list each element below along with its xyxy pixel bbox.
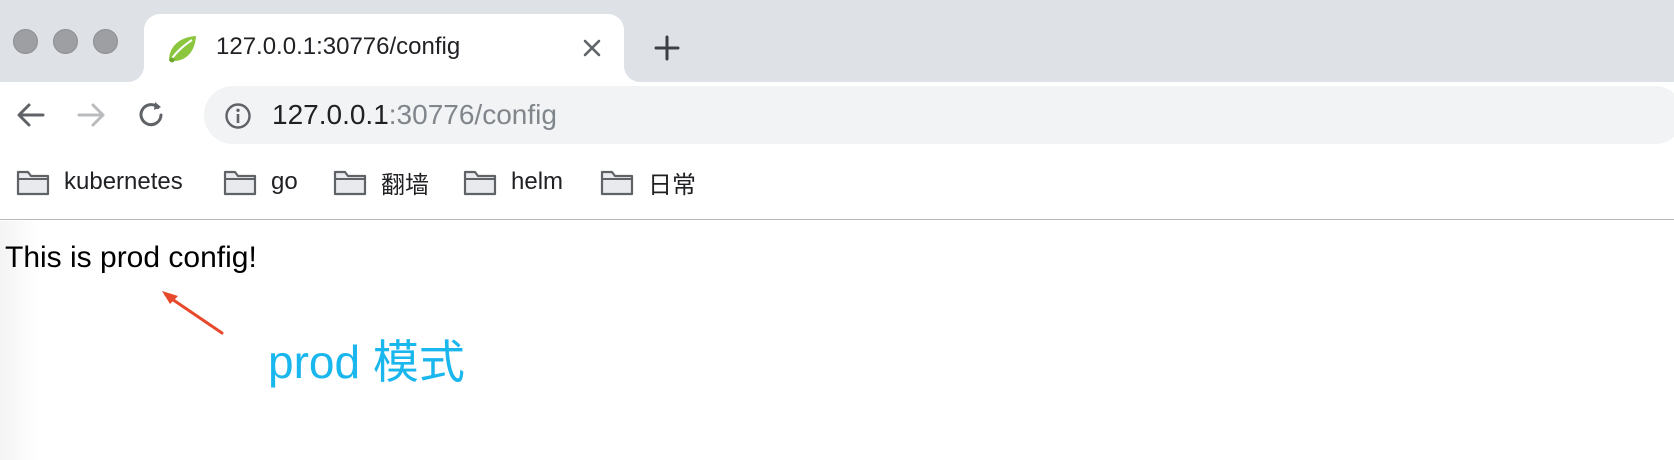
- folder-icon: [463, 170, 497, 196]
- bookmark-label: kubernetes: [64, 168, 183, 195]
- window-maximize-button[interactable]: [93, 29, 118, 54]
- close-tab-icon[interactable]: [578, 34, 606, 62]
- bookmark-label: go: [271, 168, 298, 195]
- bookmark-label: 日常: [648, 171, 696, 199]
- folder-icon: [600, 170, 634, 196]
- new-tab-plus-icon[interactable]: [652, 33, 682, 63]
- folder-icon: [223, 170, 257, 196]
- folder-icon: [333, 170, 367, 196]
- tab-title: 127.0.0.1:30776/config: [216, 33, 461, 60]
- info-icon[interactable]: [224, 102, 252, 130]
- bookmark-kubernetes[interactable]: kubernetes: [16, 164, 183, 200]
- address-bar[interactable]: 127.0.0.1:30776/config: [204, 86, 1674, 144]
- folder-icon: [16, 170, 50, 196]
- bookmark-richang[interactable]: 日常: [600, 164, 696, 200]
- annotation-label: prod 模式: [268, 336, 465, 388]
- bookmark-label: helm: [511, 168, 564, 195]
- spring-leaf-icon: [169, 36, 196, 63]
- window-minimize-button[interactable]: [53, 29, 78, 54]
- window-close-button[interactable]: [13, 29, 38, 54]
- page-body-text: This is prod config!: [5, 241, 257, 274]
- bookmark-label: 翻墙: [381, 171, 429, 199]
- annotation-arrow-icon: [162, 291, 224, 335]
- bookmark-fanqiang[interactable]: 翻墙: [333, 164, 429, 200]
- browser-toolbar: 127.0.0.1:30776/config: [0, 82, 1674, 150]
- page-content: This is prod config! prod 模式: [0, 221, 1674, 460]
- bookmark-go[interactable]: go: [223, 164, 298, 200]
- url-path: :30776/config: [388, 99, 557, 130]
- reload-icon[interactable]: [134, 98, 168, 132]
- back-arrow-icon[interactable]: [14, 98, 48, 132]
- url-host: 127.0.0.1: [272, 99, 389, 130]
- active-tab[interactable]: 127.0.0.1:30776/config: [144, 14, 624, 82]
- forward-arrow-icon[interactable]: [74, 98, 108, 132]
- url-text[interactable]: 127.0.0.1:30776/config: [272, 99, 557, 131]
- bookmarks-bar: kubernetes go 翻墙 helm 日常: [0, 150, 1674, 220]
- bookmark-helm[interactable]: helm: [463, 164, 563, 200]
- tab-strip: 127.0.0.1:30776/config: [0, 0, 1674, 82]
